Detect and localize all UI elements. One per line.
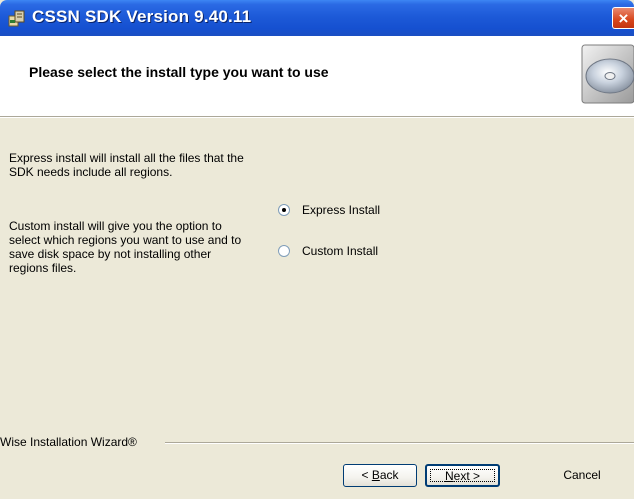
cd-disc-icon (581, 44, 634, 104)
cancel-button[interactable]: Cancel (537, 464, 627, 487)
header-divider (0, 116, 634, 118)
next-button[interactable]: Next > (425, 464, 500, 487)
wizard-header: Please select the install type you want … (0, 36, 634, 116)
back-accelerator: B (371, 468, 380, 482)
express-install-radio[interactable] (278, 204, 290, 216)
focus-rectangle (430, 469, 495, 482)
custom-install-option[interactable]: Custom Install (278, 243, 378, 259)
footer-divider (165, 442, 634, 444)
back-label-rest: ack (379, 468, 399, 482)
express-description: Express install will install all the fil… (9, 151, 244, 179)
close-button[interactable]: × (612, 7, 634, 29)
window-title: CSSN SDK Version 9.40.11 (32, 7, 252, 26)
back-prefix: < (361, 468, 372, 482)
custom-description: Custom install will give you the option … (9, 219, 242, 275)
installer-app-icon (8, 10, 25, 27)
page-title: Please select the install type you want … (29, 64, 329, 80)
express-install-option[interactable]: Express Install (278, 202, 380, 218)
custom-install-label[interactable]: Custom Install (302, 244, 378, 258)
custom-install-radio[interactable] (278, 245, 290, 257)
brand-label: Wise Installation Wizard® (0, 435, 137, 449)
back-button[interactable]: < Back (343, 464, 417, 487)
close-icon: × (618, 9, 629, 28)
title-bar[interactable]: CSSN SDK Version 9.40.11 × (0, 0, 634, 36)
express-install-label[interactable]: Express Install (302, 203, 380, 217)
